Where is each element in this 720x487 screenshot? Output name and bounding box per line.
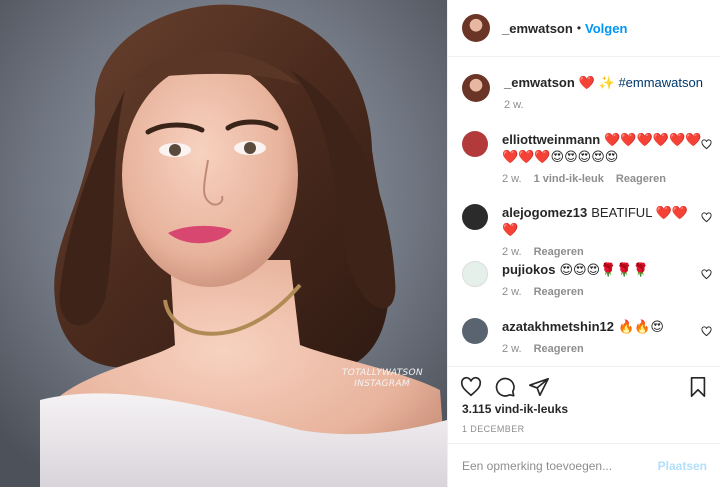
instagram-post: TOTALLYWATSON INSTAGRAM _emwatson • Volg… [0,0,720,487]
commenter-username[interactable]: pujiokos [502,262,555,277]
watermark-line-2: INSTAGRAM [354,379,410,389]
comment-text: pujiokos 😍😍😍🌹🌹🌹 [502,261,702,278]
comment-content: 🔥🔥😍 [618,319,664,334]
comment-content: 😍😍😍🌹🌹🌹 [559,262,649,277]
comment-time[interactable]: 2 w. [502,173,522,185]
reply-button[interactable]: Reageren [534,343,584,355]
comment-item: pujiokos 😍😍😍🌹🌹🌹 2 w. Reageren [462,261,712,298]
commenter-username[interactable]: azatakhmetshin12 [502,319,614,334]
author-username[interactable]: _emwatson [502,21,573,36]
post-comment-button[interactable]: Plaatsen [658,459,707,473]
heart-icon[interactable] [701,139,712,150]
caption: _emwatson ❤️ ✨ #emmawatson 2 w. [462,74,712,111]
comment-item: alejogomez13 BEATIFUL ❤️❤️❤️ 2 w. Reagere… [462,204,712,258]
comment-text: alejogomez13 BEATIFUL ❤️❤️❤️ [502,204,702,238]
comments-list[interactable]: _emwatson ❤️ ✨ #emmawatson 2 w. elliottwe… [448,58,720,364]
comment-item: elliottweinmann ❤️❤️❤️❤️❤️❤️❤️❤️❤️😍😍😍😍😍 2… [462,131,712,185]
reply-button[interactable]: Reageren [534,286,584,298]
post-photo[interactable]: TOTALLYWATSON INSTAGRAM [0,0,447,487]
commenter-avatar[interactable] [462,131,488,157]
separator-dot: • [576,21,582,35]
likes-count[interactable]: 3.115 vind-ik-leuks [462,402,568,416]
post-side-panel: _emwatson • Volgen _emwatson ❤️ ✨ #emmawa… [447,0,720,487]
comment-text: azatakhmetshin12 🔥🔥😍 [502,318,702,335]
caption-avatar[interactable] [462,74,490,102]
author-avatar[interactable] [462,14,490,42]
heart-icon[interactable] [701,326,712,337]
comment-time[interactable]: 2 w. [502,286,522,298]
reply-button[interactable]: Reageren [616,173,666,185]
caption-username[interactable]: _emwatson [504,75,575,90]
comment-likes[interactable]: 1 vind-ik-leuk [534,173,604,185]
comment-input[interactable]: Een opmerking toevoegen... [462,459,658,473]
post-header: _emwatson • Volgen [448,0,720,57]
portrait-illustration [0,0,447,487]
caption-time[interactable]: 2 w. [504,99,524,111]
caption-text: _emwatson ❤️ ✨ #emmawatson [504,74,704,91]
commenter-avatar[interactable] [462,318,488,344]
comment-time[interactable]: 2 w. [502,246,522,258]
post-date[interactable]: 1 DECEMBER [462,424,525,434]
follow-button[interactable]: Volgen [585,21,627,36]
reply-button[interactable]: Reageren [534,246,584,258]
comment-composer: Een opmerking toevoegen... Plaatsen [448,443,720,487]
comment-time[interactable]: 2 w. [502,343,522,355]
caption-hashtag[interactable]: #emmawatson [618,75,703,90]
bookmark-icon[interactable] [687,376,709,398]
heart-icon[interactable] [701,212,712,223]
commenter-username[interactable]: alejogomez13 [502,205,587,220]
heart-icon[interactable] [460,376,482,398]
caption-emoji: ❤️ ✨ [578,75,615,90]
watermark-line-1: TOTALLYWATSON [342,368,423,378]
comment-item: azatakhmetshin12 🔥🔥😍 2 w. Reageren [462,318,712,355]
action-bar [448,366,720,402]
heart-icon[interactable] [701,269,712,280]
commenter-username[interactable]: elliottweinmann [502,132,600,147]
photo-watermark: TOTALLYWATSON INSTAGRAM [342,368,423,390]
share-icon[interactable] [528,376,550,398]
commenter-avatar[interactable] [462,261,488,287]
comment-icon[interactable] [494,376,516,398]
commenter-avatar[interactable] [462,204,488,230]
comment-text: elliottweinmann ❤️❤️❤️❤️❤️❤️❤️❤️❤️😍😍😍😍😍 [502,131,702,165]
